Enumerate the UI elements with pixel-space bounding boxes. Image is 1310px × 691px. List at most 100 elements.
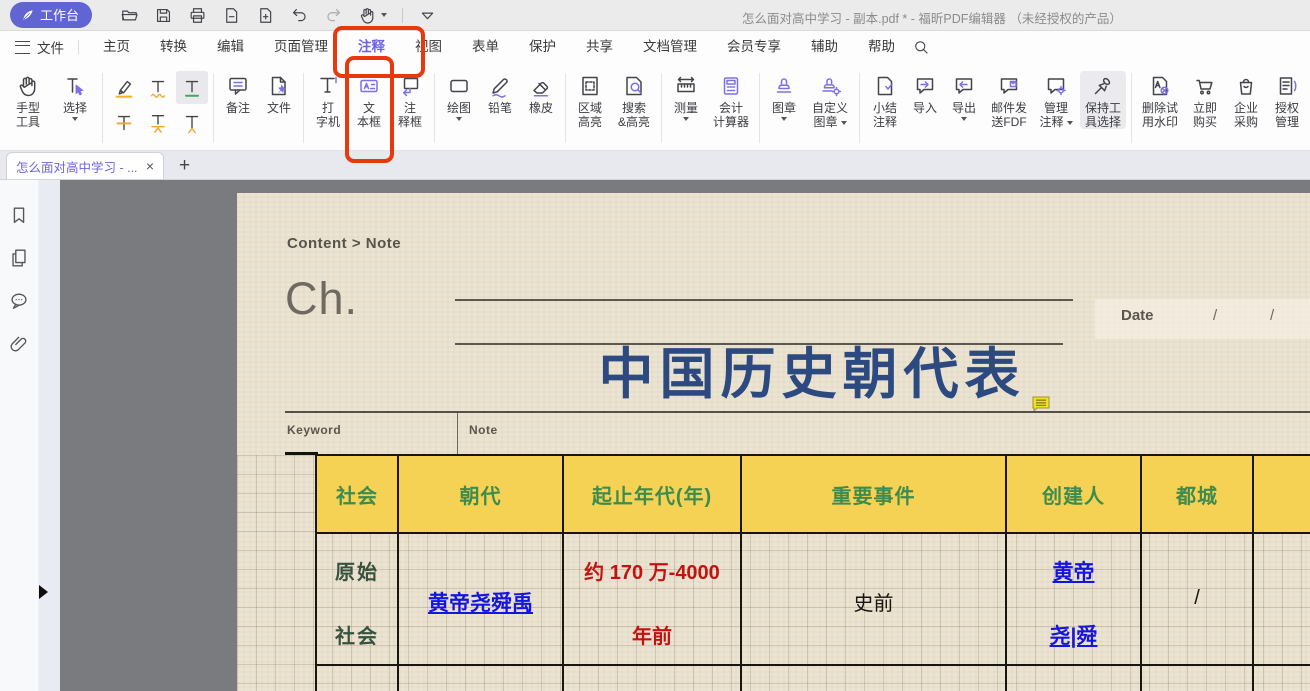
template-divider-line [285,411,1310,413]
manage-comments-button[interactable]: 管理注释 [1035,71,1077,129]
remove-trial-watermark-icon [1148,74,1172,98]
cell-extra [1254,534,1310,666]
measure-button[interactable]: 测量 [667,71,705,129]
squiggly-underline-icon [147,77,169,99]
highlight-pen-button[interactable] [108,71,140,104]
menu-item-保护[interactable]: 保护 [514,31,571,63]
save-button[interactable] [154,6,173,25]
comments-panel-button[interactable] [8,290,30,312]
toolbar-button-label: 打 [322,101,334,115]
open-file-button[interactable] [120,6,139,25]
hand-tool-button[interactable]: 手型工具 [6,71,50,129]
menu-item-帮助[interactable]: 帮助 [853,31,910,63]
squiggly-underline-button[interactable] [142,71,174,104]
cell-events: 史前 [742,534,1007,666]
table-row: 原始 社会 黄帝尧舜禹 约 170 万-4000 年前 史前 [317,534,1310,666]
custom-stamp-button[interactable]: 自定义图章 [806,71,854,129]
menu-bar: 文件 主页转换编辑页面管理注释视图表单保护共享文档管理会员专享辅助帮助 [0,31,1310,63]
email-fdf-icon [997,71,1021,101]
eraser-button[interactable]: 橡皮 [522,71,560,121]
menu-file[interactable]: 文件 [10,37,69,57]
select-tool-icon [63,71,87,101]
toolbar-button-label: 授权 [1275,101,1299,115]
tab-close-icon[interactable]: × [146,159,154,173]
undo-button[interactable] [290,6,309,25]
keep-tool-selected-icon [1091,74,1115,98]
dynasty-link[interactable]: 黄帝尧舜禹 [399,587,562,617]
buy-now-button[interactable]: 立即购买 [1186,71,1224,129]
calculator-button[interactable]: 会计计算器 [708,71,754,129]
bookmark-panel-button[interactable] [8,204,30,226]
print-button[interactable] [188,6,207,25]
panel-expand-handle[interactable] [39,585,48,599]
document-tab[interactable]: 怎么面对高中学习 - ... × [6,152,164,179]
insert-text-button[interactable] [176,106,208,139]
file-attachment-button[interactable]: 文件 [260,71,298,115]
founder-link[interactable]: 尧|舜 [1007,620,1140,650]
note-comment-icon [226,74,250,98]
note-comment-button[interactable]: 备注 [219,71,257,115]
drawing-button[interactable]: 绘图 [440,71,478,121]
toolbar-button-label: 计算器 [713,115,749,129]
toolbar-group [108,71,208,139]
area-highlight-icon [578,74,602,98]
underline-button[interactable] [176,71,208,104]
redo-button[interactable] [324,6,343,25]
menu-item-表单[interactable]: 表单 [457,31,514,63]
license-manage-button[interactable]: 授权管理 [1268,71,1306,129]
workspace-button[interactable]: 工作台 [10,2,92,28]
import-comments-button[interactable]: 导入 [908,71,942,129]
sticky-note-annotation-icon[interactable] [1032,396,1050,411]
replace-text-button[interactable] [142,106,174,139]
stamp-button[interactable]: 图章 [765,71,803,129]
calculator-icon [719,74,743,98]
summarize-comments-button[interactable]: 小结注释 [865,71,905,129]
keep-tool-selected-button[interactable]: 保持工具选择 [1080,71,1126,129]
note-comment-icon [226,71,250,101]
page-add-button[interactable] [256,6,275,25]
menu-item-主页[interactable]: 主页 [88,31,145,63]
custom-stamp-icon [818,71,842,101]
hand-grab-button[interactable] [358,6,387,25]
enterprise-purchase-button[interactable]: 企业采购 [1227,71,1265,129]
founder-link[interactable]: 黄帝 [1007,556,1140,586]
area-highlight-button[interactable]: 区域高亮 [571,71,609,129]
menu-item-页面管理[interactable]: 页面管理 [259,31,343,63]
dynasty-table: 社会 朝代 起止年代(年) 重要事件 创建人 都城 原始 社会 [315,454,1310,691]
pencil-button[interactable]: 铅笔 [481,71,519,121]
select-tool-button[interactable]: 选择 [53,71,97,129]
menu-item-文档管理[interactable]: 文档管理 [628,31,712,63]
toolbar-button-label: 会计 [719,101,743,115]
menu-item-共享[interactable]: 共享 [571,31,628,63]
document-viewport[interactable]: Content > Note Ch. Date / / 中国历史朝代表 Keyw… [60,180,1310,691]
menu-item-会员专享[interactable]: 会员专享 [712,31,796,63]
capital-text: / [1142,587,1252,610]
toolbar-button-label: 注 [404,101,416,115]
search-highlight-button[interactable]: 搜索&高亮 [612,71,656,129]
toolbar-button-label: 工具 [16,115,40,129]
toolbar-button-label: 导入 [913,101,937,115]
page-remove-button[interactable] [222,6,241,25]
foxit-pdf-editor-window: 工作台 怎么面对高中学习 - 副本.pdf * - 福昕PDF编辑器 （未经授权… [0,0,1310,691]
attachment-panel-button[interactable] [8,333,30,355]
toolbar-group-divider [759,73,760,143]
measure-icon [674,74,698,98]
remove-trial-watermark-button[interactable]: 删除试用水印 [1137,71,1183,129]
export-comments-button[interactable]: 导出 [945,71,983,129]
typewriter-button[interactable]: 打字机 [309,71,347,129]
search-button[interactable] [912,38,930,56]
toolbar-button-label: 立即 [1193,101,1217,115]
menu-item-编辑[interactable]: 编辑 [202,31,259,63]
menu-item-转换[interactable]: 转换 [145,31,202,63]
strikeout-button[interactable] [108,106,140,139]
main-area: Content > Note Ch. Date / / 中国历史朝代表 Keyw… [0,180,1310,691]
callout-button[interactable]: 注释框 [391,71,429,129]
collapse-toolbar-button[interactable] [418,6,437,25]
new-tab-button[interactable]: + [179,157,190,175]
pages-panel-button[interactable] [8,247,30,269]
menu-item-辅助[interactable]: 辅助 [796,31,853,63]
hamburger-icon [15,41,30,54]
highlight-pen-icon [113,77,135,99]
email-fdf-button[interactable]: 邮件发送FDF [986,71,1032,129]
toolbar-button-label: 管理 [1275,115,1299,129]
